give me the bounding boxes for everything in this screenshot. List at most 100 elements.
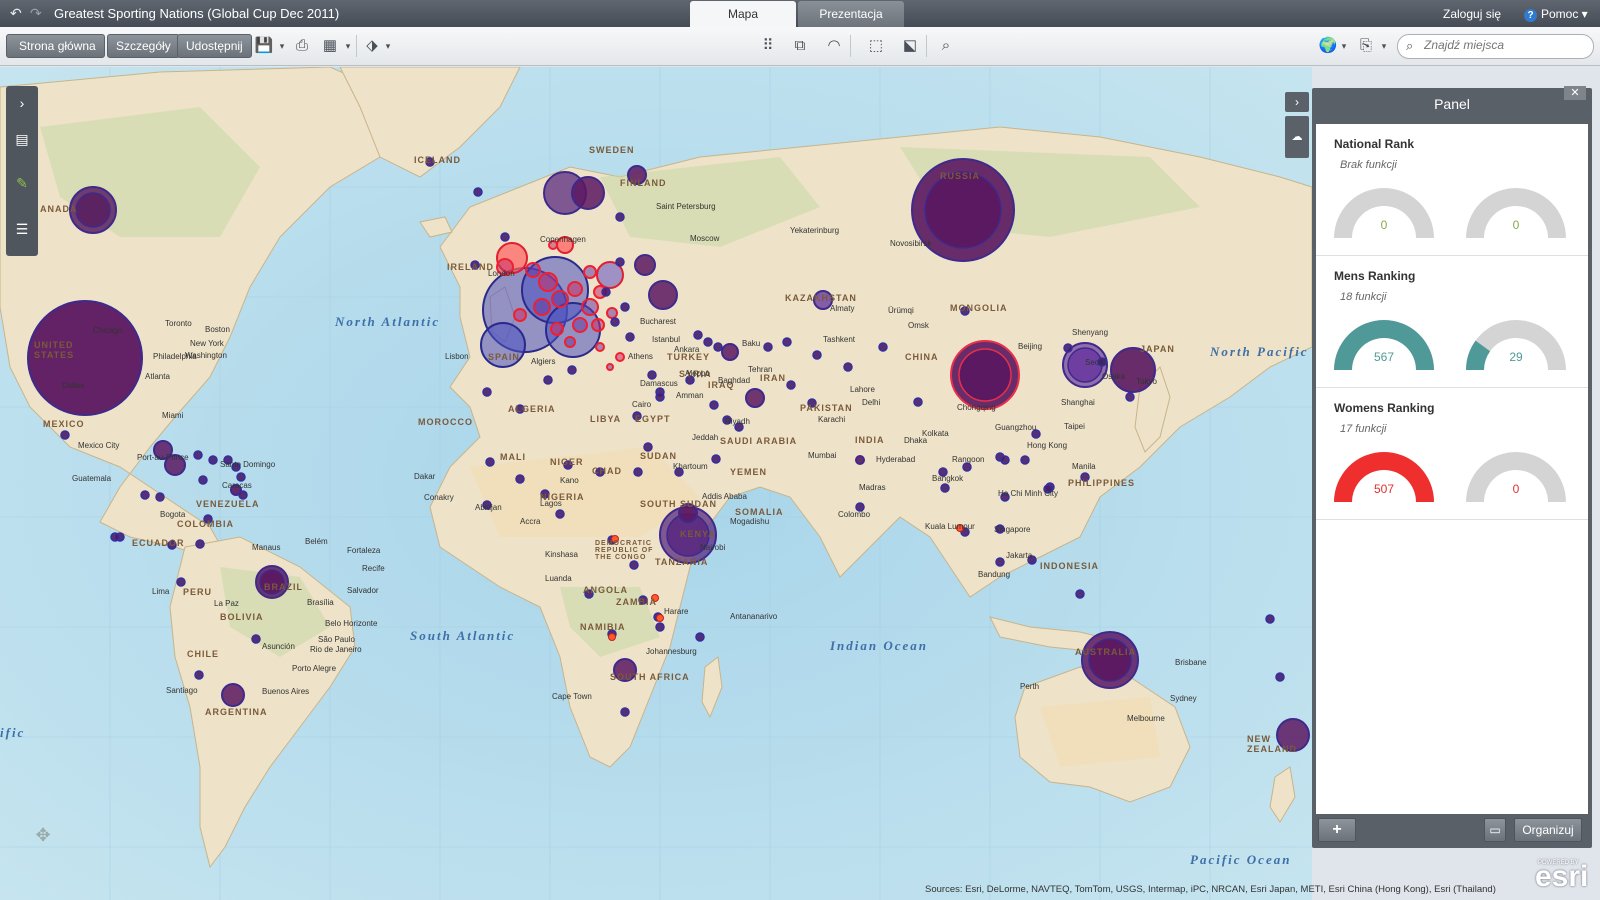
layers-icon[interactable]: ⧉ xyxy=(790,36,810,56)
ranking-dot[interactable] xyxy=(1063,343,1073,353)
ranking-dot[interactable] xyxy=(782,337,792,347)
ranking-dot[interactable] xyxy=(485,457,495,467)
ranking-circle-europe[interactable] xyxy=(583,265,597,279)
edit-icon[interactable]: ✎ xyxy=(9,170,35,196)
ranking-dot[interactable] xyxy=(878,342,888,352)
ranking-dot[interactable] xyxy=(620,302,630,312)
ranking-dot[interactable] xyxy=(155,492,165,502)
ranking-dot[interactable] xyxy=(695,632,705,642)
ranking-circle-belarus[interactable] xyxy=(634,254,656,276)
ranking-dot[interactable] xyxy=(567,365,577,375)
ranking-circle-europe[interactable] xyxy=(525,262,541,278)
add-widget-button[interactable]: + xyxy=(1318,818,1356,842)
ranking-circle-inner-canada[interactable] xyxy=(75,192,111,228)
ranking-dot[interactable] xyxy=(473,187,483,197)
ranking-dot[interactable] xyxy=(251,634,261,644)
pan-compass-icon[interactable]: ✥ xyxy=(30,825,56,851)
layout-dropdown-icon[interactable]: ▾ xyxy=(338,36,358,56)
ranking-dot[interactable] xyxy=(238,490,248,500)
tab-presentation[interactable]: Prezentacja xyxy=(798,1,904,27)
ranking-dot[interactable] xyxy=(786,380,796,390)
gauge[interactable]: 567 xyxy=(1332,314,1436,372)
ranking-dot[interactable] xyxy=(713,342,723,352)
ranking-dot[interactable] xyxy=(198,475,208,485)
gauge[interactable]: 29 xyxy=(1464,314,1568,372)
ranking-dot-red[interactable] xyxy=(656,614,664,622)
search-box[interactable]: ⌕ xyxy=(1397,34,1594,59)
details-button[interactable]: Szczegóły xyxy=(107,34,180,58)
share-map-dropdown-icon[interactable]: ▾ xyxy=(1374,36,1394,56)
ranking-dot[interactable] xyxy=(601,287,611,297)
ranking-circle-europe[interactable] xyxy=(572,317,588,333)
gauge-icon[interactable]: ◠ xyxy=(824,36,844,56)
redo-icon[interactable]: ↷ xyxy=(30,5,42,22)
ranking-dot[interactable] xyxy=(500,232,510,242)
ranking-dot[interactable] xyxy=(515,474,525,484)
save-icon[interactable]: 💾 xyxy=(254,36,274,56)
save-dropdown-icon[interactable]: ▾ xyxy=(272,36,292,56)
ranking-circle-argentina[interactable] xyxy=(221,683,245,707)
content-icon[interactable]: ▤ xyxy=(9,126,35,152)
ranking-circle-europe[interactable] xyxy=(581,298,599,316)
ranking-circle-europe[interactable] xyxy=(591,318,605,332)
organize-button[interactable]: Organizuj xyxy=(1514,818,1582,842)
ranking-dot[interactable] xyxy=(995,557,1005,567)
ranking-circle-europe[interactable] xyxy=(550,322,564,336)
ranking-circle-inner-australia[interactable] xyxy=(1088,638,1132,682)
panel-collapse-icon[interactable]: › xyxy=(1285,92,1309,112)
ranking-circle-europe[interactable] xyxy=(551,290,569,308)
ranking-dot[interactable] xyxy=(140,490,150,500)
ranking-circle-europe[interactable] xyxy=(564,336,576,348)
print-icon[interactable]: ⎙ xyxy=(292,36,312,56)
panel-side-tab-icon[interactable]: ☁ xyxy=(1285,116,1309,158)
ranking-circle-norway[interactable] xyxy=(571,176,605,210)
gauge[interactable]: 0 xyxy=(1332,182,1436,240)
ranking-dot[interactable] xyxy=(1275,672,1285,682)
search-input[interactable] xyxy=(1424,38,1584,52)
select-features-icon[interactable]: ⬕ xyxy=(900,36,920,56)
ranking-dot[interactable] xyxy=(703,337,713,347)
ranking-dot[interactable] xyxy=(610,317,620,327)
comment-icon[interactable]: ▭ xyxy=(1484,818,1506,842)
ranking-dot[interactable] xyxy=(812,350,822,360)
basemap-dropdown-icon[interactable]: ▾ xyxy=(1334,36,1354,56)
ranking-dot[interactable] xyxy=(962,462,972,472)
select-area-icon[interactable]: ⬚ xyxy=(866,36,886,56)
ranking-dot[interactable] xyxy=(693,330,703,340)
ranking-dot[interactable] xyxy=(647,370,657,380)
layout-icon[interactable]: ▦ xyxy=(320,36,340,56)
ranking-dot[interactable] xyxy=(763,342,773,352)
ranking-dot[interactable] xyxy=(940,483,950,493)
ranking-circle-europe[interactable] xyxy=(567,281,583,297)
ranking-dot[interactable] xyxy=(913,397,923,407)
ranking-circle-europe[interactable] xyxy=(606,363,614,371)
ranking-dot[interactable] xyxy=(543,375,553,385)
share-button[interactable]: Udostępnij xyxy=(177,34,252,58)
ranking-dot[interactable] xyxy=(1075,589,1085,599)
ranking-dot[interactable] xyxy=(633,467,643,477)
ranking-dot[interactable] xyxy=(843,362,853,372)
ranking-dot[interactable] xyxy=(193,450,203,460)
ranking-dot[interactable] xyxy=(615,257,625,267)
ranking-circle-turkey[interactable] xyxy=(721,343,739,361)
ranking-dot[interactable] xyxy=(643,442,653,452)
ranking-dot[interactable] xyxy=(655,392,665,402)
help-menu[interactable]: ? Pomoc ▾ xyxy=(1524,7,1588,22)
legend-icon[interactable]: ☰ xyxy=(9,216,35,242)
ranking-dot[interactable] xyxy=(1125,392,1135,402)
ranking-circle-europe[interactable] xyxy=(533,298,551,316)
gauge[interactable]: 0 xyxy=(1464,446,1568,504)
ranking-dot[interactable] xyxy=(176,577,186,587)
ranking-dot-red[interactable] xyxy=(608,633,616,641)
ranking-dot[interactable] xyxy=(194,670,204,680)
expand-icon[interactable]: › xyxy=(9,90,35,116)
navigate-dropdown-icon[interactable]: ▾ xyxy=(378,36,398,56)
ranking-dot[interactable] xyxy=(482,387,492,397)
ranking-dot[interactable] xyxy=(711,454,721,464)
ranking-circle-iran[interactable] xyxy=(745,388,765,408)
ranking-dot[interactable] xyxy=(1000,455,1010,465)
ranking-dot[interactable] xyxy=(236,472,246,482)
undo-icon[interactable]: ↶ xyxy=(10,5,22,22)
tab-map[interactable]: Mapa xyxy=(690,1,796,27)
ranking-dot[interactable] xyxy=(195,539,205,549)
